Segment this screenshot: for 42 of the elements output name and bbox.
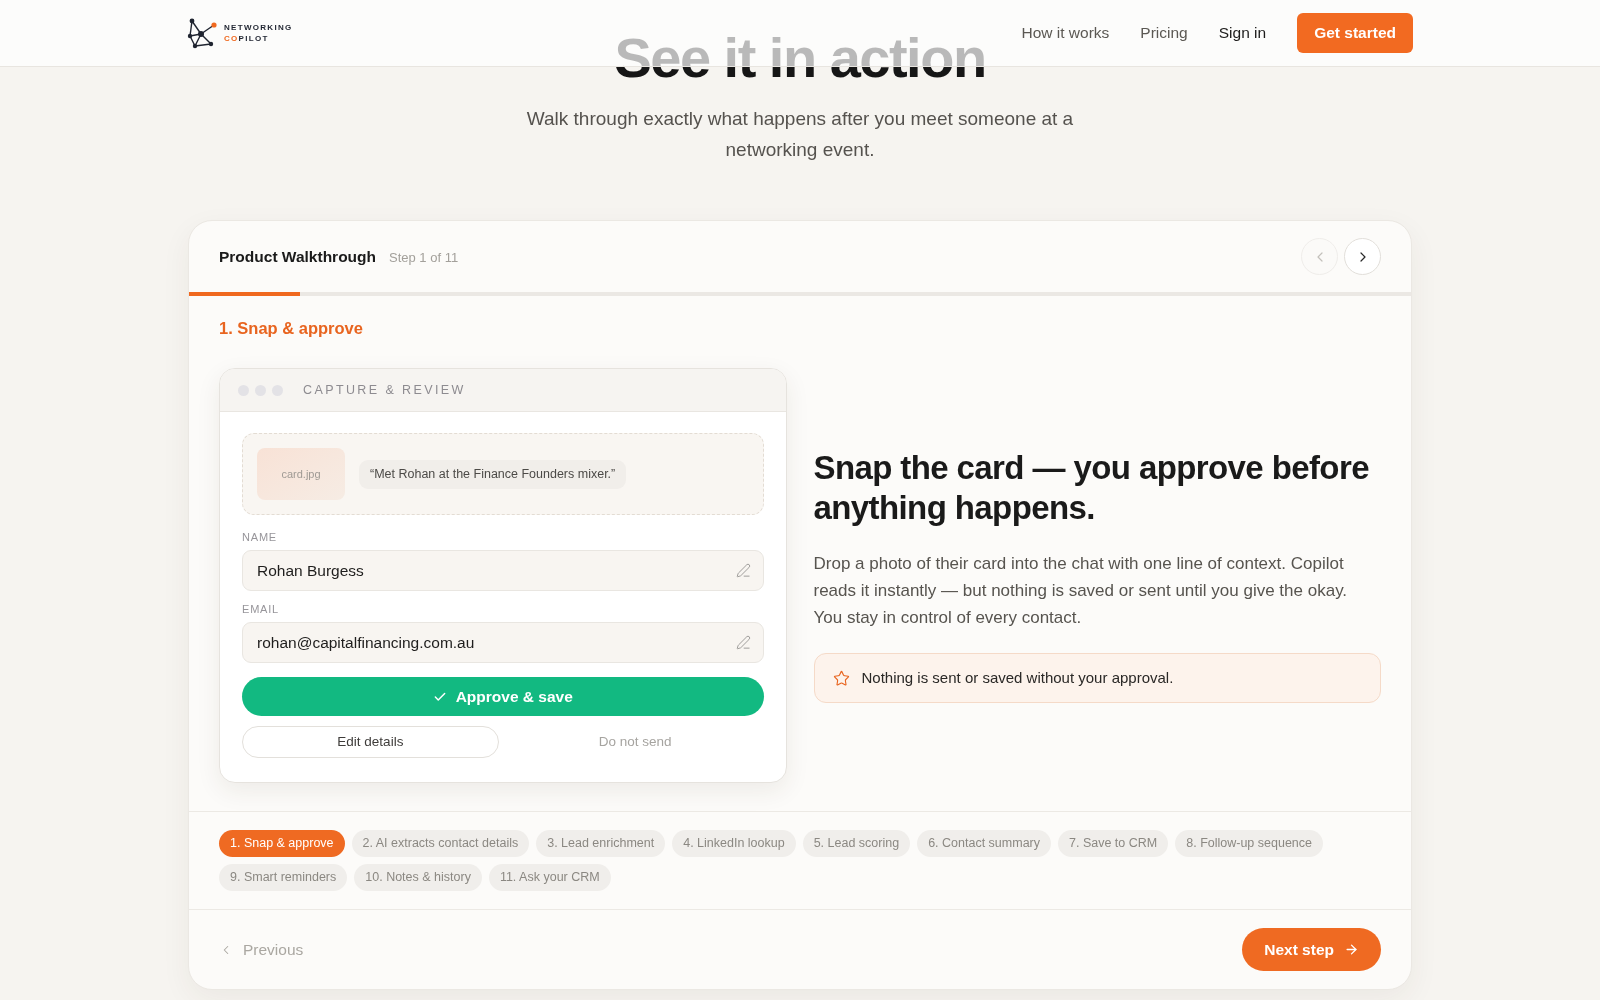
file-thumbnail: card.jpg	[257, 448, 345, 500]
nav-link[interactable]: How it works	[1021, 21, 1110, 45]
field-label: NAME	[242, 530, 278, 545]
field-label: EMAIL	[242, 602, 280, 617]
step-pill[interactable]: 7. Save to CRM	[1058, 830, 1169, 857]
pencil-icon[interactable]	[735, 635, 751, 650]
step-pill[interactable]: 6. Contact summary	[917, 830, 1051, 857]
notice-text: Nothing is sent or saved without your approval.	[861, 667, 1174, 688]
next-step-button[interactable]	[1344, 238, 1381, 275]
step-pill[interactable]: 5. Lead scoring	[802, 830, 911, 857]
step-pill[interactable]: 8. Follow-up sequence	[1175, 830, 1323, 857]
step-pill[interactable]: 3. Lead enrichment	[536, 830, 666, 857]
step-pill[interactable]: 1. Snap & approve	[219, 830, 345, 857]
get-started-button[interactable]: Get started	[1297, 13, 1413, 53]
pencil-icon[interactable]	[735, 563, 751, 578]
edit-details-button[interactable]: Edit details	[242, 726, 499, 758]
section-heading: See it in action	[614, 26, 986, 90]
next-step-button[interactable]: Next step	[1242, 928, 1381, 971]
arrow-right-icon	[1344, 942, 1359, 957]
section-subtitle: Walk through exactly what happens after you meet someone at a networking event.	[525, 107, 1075, 162]
walkthrough-title: Product Walkthrough	[219, 246, 376, 267]
step-pill[interactable]: 11. Ask your CRM	[488, 864, 611, 891]
nav-link[interactable]: Sign in	[1218, 21, 1267, 45]
step-title: 1. Snap & approve	[219, 318, 364, 339]
approve-save-button[interactable]: Approve & save	[242, 677, 764, 716]
network-graph-logo-icon	[187, 17, 219, 49]
text-input-field[interactable]: rohan@capitalfinancing.com.au	[242, 622, 764, 663]
nav-link[interactable]: Pricing	[1140, 21, 1188, 45]
step-pill[interactable]: 9. Smart reminders	[219, 864, 348, 891]
step-description: Drop a photo of their card into the chat with one line of context. Copilot reads it instantly — but nothing is saved or sent until you give the okay. You stay in control of every contact.	[813, 553, 1349, 629]
message-bubble: “Met Rohan at the Finance Founders mixer.”	[359, 459, 627, 489]
do-not-send-link[interactable]: Do not send	[592, 726, 678, 758]
step-counter: Step 1 of 11	[389, 248, 459, 267]
step-pill[interactable]: 4. LinkedIn lookup	[672, 830, 796, 857]
text-input-field[interactable]: Rohan Burgess	[242, 550, 764, 591]
logo-wordmark: NETWORKING	[224, 22, 293, 33]
logo-wordmark: COPILOT	[224, 33, 270, 44]
star-icon	[832, 669, 850, 687]
window-title: CAPTURE & REVIEW	[303, 381, 466, 399]
step-pill[interactable]: 2. AI extracts contact details	[351, 830, 530, 857]
step-heading: Snap the card — you approve before anything happens.	[813, 448, 1370, 528]
step-pill[interactable]: 10. Notes & history	[354, 864, 482, 891]
